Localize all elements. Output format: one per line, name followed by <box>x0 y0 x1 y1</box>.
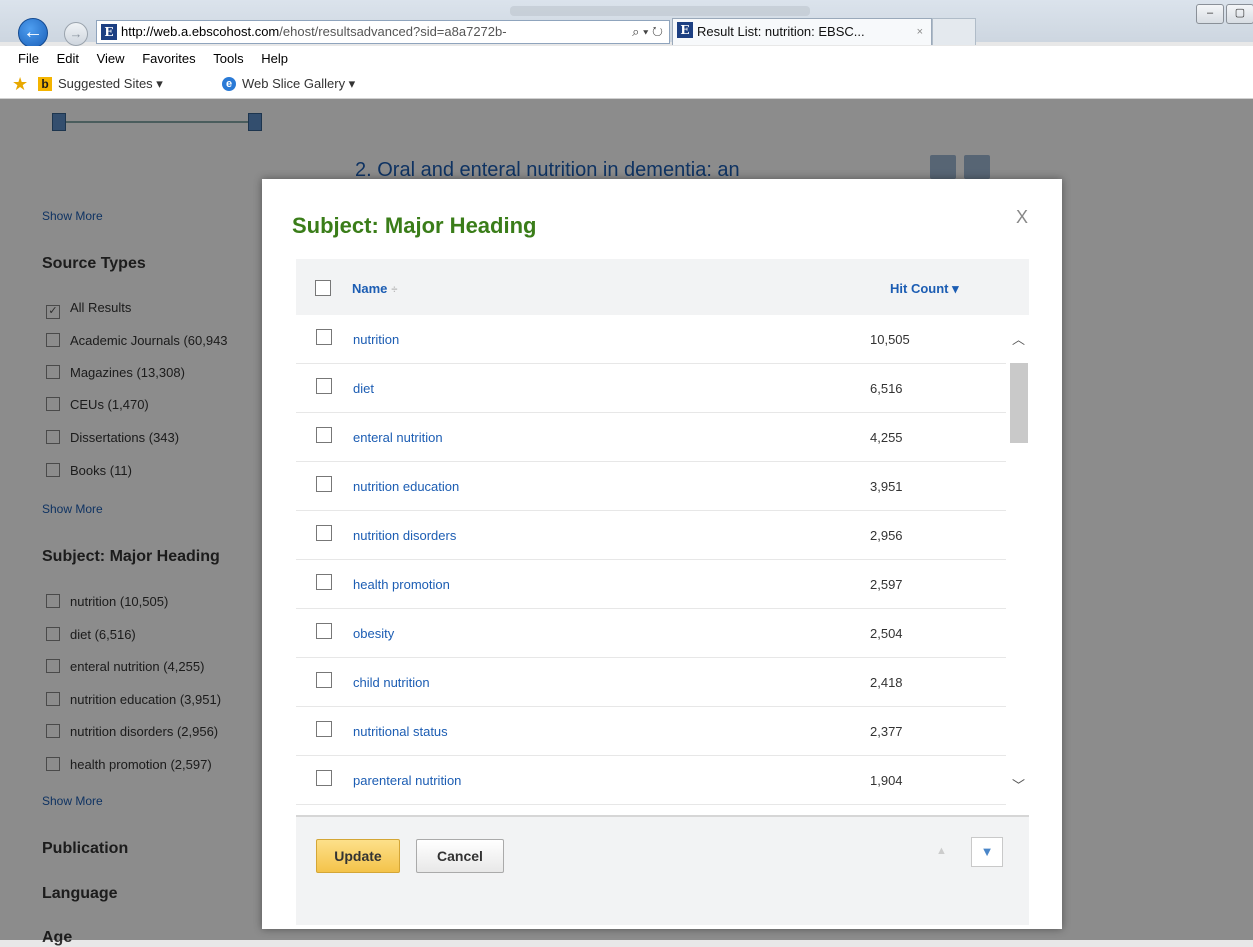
web-slice-gallery-link[interactable]: Web Slice Gallery ▾ <box>242 72 355 96</box>
hit-count: 2,377 <box>870 724 903 739</box>
address-bar[interactable]: Ehttp://web.a.ebscohost.com/ehost/result… <box>96 20 670 44</box>
menu-tools[interactable]: Tools <box>213 46 243 72</box>
favorites-bar: ★ b Suggested Sites ▾ e Web Slice Galler… <box>0 72 1253 99</box>
list-item: enteral nutrition 4,255 <box>296 413 1006 462</box>
url-host: http://web.a.ebscohost.com <box>121 24 280 39</box>
subject-link[interactable]: obesity <box>353 626 394 641</box>
select-all-checkbox[interactable] <box>315 280 331 296</box>
subject-link[interactable]: diet <box>353 381 374 396</box>
cancel-button[interactable]: Cancel <box>416 839 504 873</box>
list-item: nutrition 10,505 <box>296 315 1006 364</box>
hit-count: 2,956 <box>870 528 903 543</box>
tab-result-list[interactable]: E Result List: nutrition: EBSC... × <box>672 18 932 45</box>
hit-count: 1,904 <box>870 773 903 788</box>
url-path: /ehost/resultsadvanced?sid=a8a7272b- <box>279 24 507 39</box>
site-favicon-icon: E <box>101 24 117 40</box>
list-item: obesity 2,504 <box>296 609 1006 658</box>
hit-count: 2,597 <box>870 577 903 592</box>
list-item: nutrition disorders 2,956 <box>296 511 1006 560</box>
row-checkbox[interactable] <box>316 721 332 737</box>
hit-count: 3,951 <box>870 479 903 494</box>
hit-count: 2,418 <box>870 675 903 690</box>
subject-link[interactable]: enteral nutrition <box>353 430 443 445</box>
subject-link[interactable]: parenteral nutrition <box>353 773 461 788</box>
bing-icon: b <box>38 77 52 91</box>
update-button[interactable]: Update <box>316 839 400 873</box>
subject-list-frame: Name ÷ Hit Count ▾ nutrition 10,505 diet 6,… <box>296 259 1029 925</box>
scroll-down-icon[interactable]: ﹀ <box>1012 775 1025 794</box>
row-checkbox[interactable] <box>316 476 332 492</box>
list-item: diet 6,516 <box>296 364 1006 413</box>
modal-close-button[interactable]: X <box>1016 207 1028 228</box>
row-checkbox[interactable] <box>316 574 332 590</box>
row-checkbox[interactable] <box>316 672 332 688</box>
list-item: parenteral nutrition 1,904 <box>296 756 1006 805</box>
tab-label: Result List: nutrition: EBSC... <box>697 24 865 39</box>
address-row: ← → Ehttp://web.a.ebscohost.com/ehost/re… <box>0 16 1253 61</box>
scroll-thumb[interactable] <box>1010 363 1028 443</box>
back-button[interactable]: ← <box>18 18 48 48</box>
row-checkbox[interactable] <box>316 427 332 443</box>
tab-favicon-icon: E <box>677 22 693 38</box>
tab-close-icon[interactable]: × <box>917 19 923 45</box>
address-search-refresh-icon[interactable]: ⌕ ▾ ↻ <box>632 21 663 43</box>
new-tab-button[interactable] <box>932 18 976 45</box>
hit-count: 4,255 <box>870 430 903 445</box>
hit-count: 10,505 <box>870 332 910 347</box>
subject-link[interactable]: child nutrition <box>353 675 430 690</box>
menu-file[interactable]: File <box>18 46 39 72</box>
scroll-up-icon[interactable]: ︿ <box>1012 329 1025 348</box>
subject-link[interactable]: nutrition disorders <box>353 528 456 543</box>
list-item: health promotion 2,597 <box>296 560 1006 609</box>
modal-title: Subject: Major Heading <box>292 213 537 238</box>
subject-link[interactable]: nutrition <box>353 332 399 347</box>
sort-icon: ÷ <box>391 284 398 296</box>
list-header: Name ÷ Hit Count ▾ <box>296 259 1029 315</box>
list-item: nutritional status 2,377 <box>296 707 1006 756</box>
column-hit-count-header[interactable]: Hit Count ▾ <box>890 281 959 297</box>
list-item: nutrition education 3,951 <box>296 462 1006 511</box>
subject-link[interactable]: nutritional status <box>353 724 448 739</box>
subject-modal: Subject: Major Heading X Name ÷ Hit Count… <box>262 179 1062 929</box>
hit-count: 6,516 <box>870 381 903 396</box>
prev-page-icon[interactable]: ▲ <box>936 845 947 857</box>
row-checkbox[interactable] <box>316 770 332 786</box>
ie-icon: e <box>222 77 236 91</box>
forward-button[interactable]: → <box>64 22 88 46</box>
hit-count: 2,504 <box>870 626 903 641</box>
menu-view[interactable]: View <box>97 46 125 72</box>
next-page-button[interactable]: ▼ <box>971 837 1003 867</box>
list-scrollbar[interactable]: ︿ ﹀ <box>1006 315 1029 815</box>
window-title-blurred <box>510 6 810 16</box>
subject-link[interactable]: nutrition education <box>353 479 459 494</box>
subject-link[interactable]: health promotion <box>353 577 450 592</box>
menu-edit[interactable]: Edit <box>57 46 79 72</box>
row-checkbox[interactable] <box>316 378 332 394</box>
favorites-star-icon[interactable]: ★ <box>12 72 28 96</box>
menu-favorites[interactable]: Favorites <box>142 46 195 72</box>
menu-help[interactable]: Help <box>261 46 288 72</box>
row-checkbox[interactable] <box>316 329 332 345</box>
footer-divider <box>296 815 1029 817</box>
list-item: child nutrition 2,418 <box>296 658 1006 707</box>
column-name-header[interactable]: Name ÷ <box>352 281 397 296</box>
menu-bar: File Edit View Favorites Tools Help <box>0 46 1253 72</box>
row-checkbox[interactable] <box>316 623 332 639</box>
suggested-sites-link[interactable]: Suggested Sites ▾ <box>58 72 163 96</box>
subject-list: nutrition 10,505 diet 6,516 enteral nutrit… <box>296 315 1029 815</box>
row-checkbox[interactable] <box>316 525 332 541</box>
